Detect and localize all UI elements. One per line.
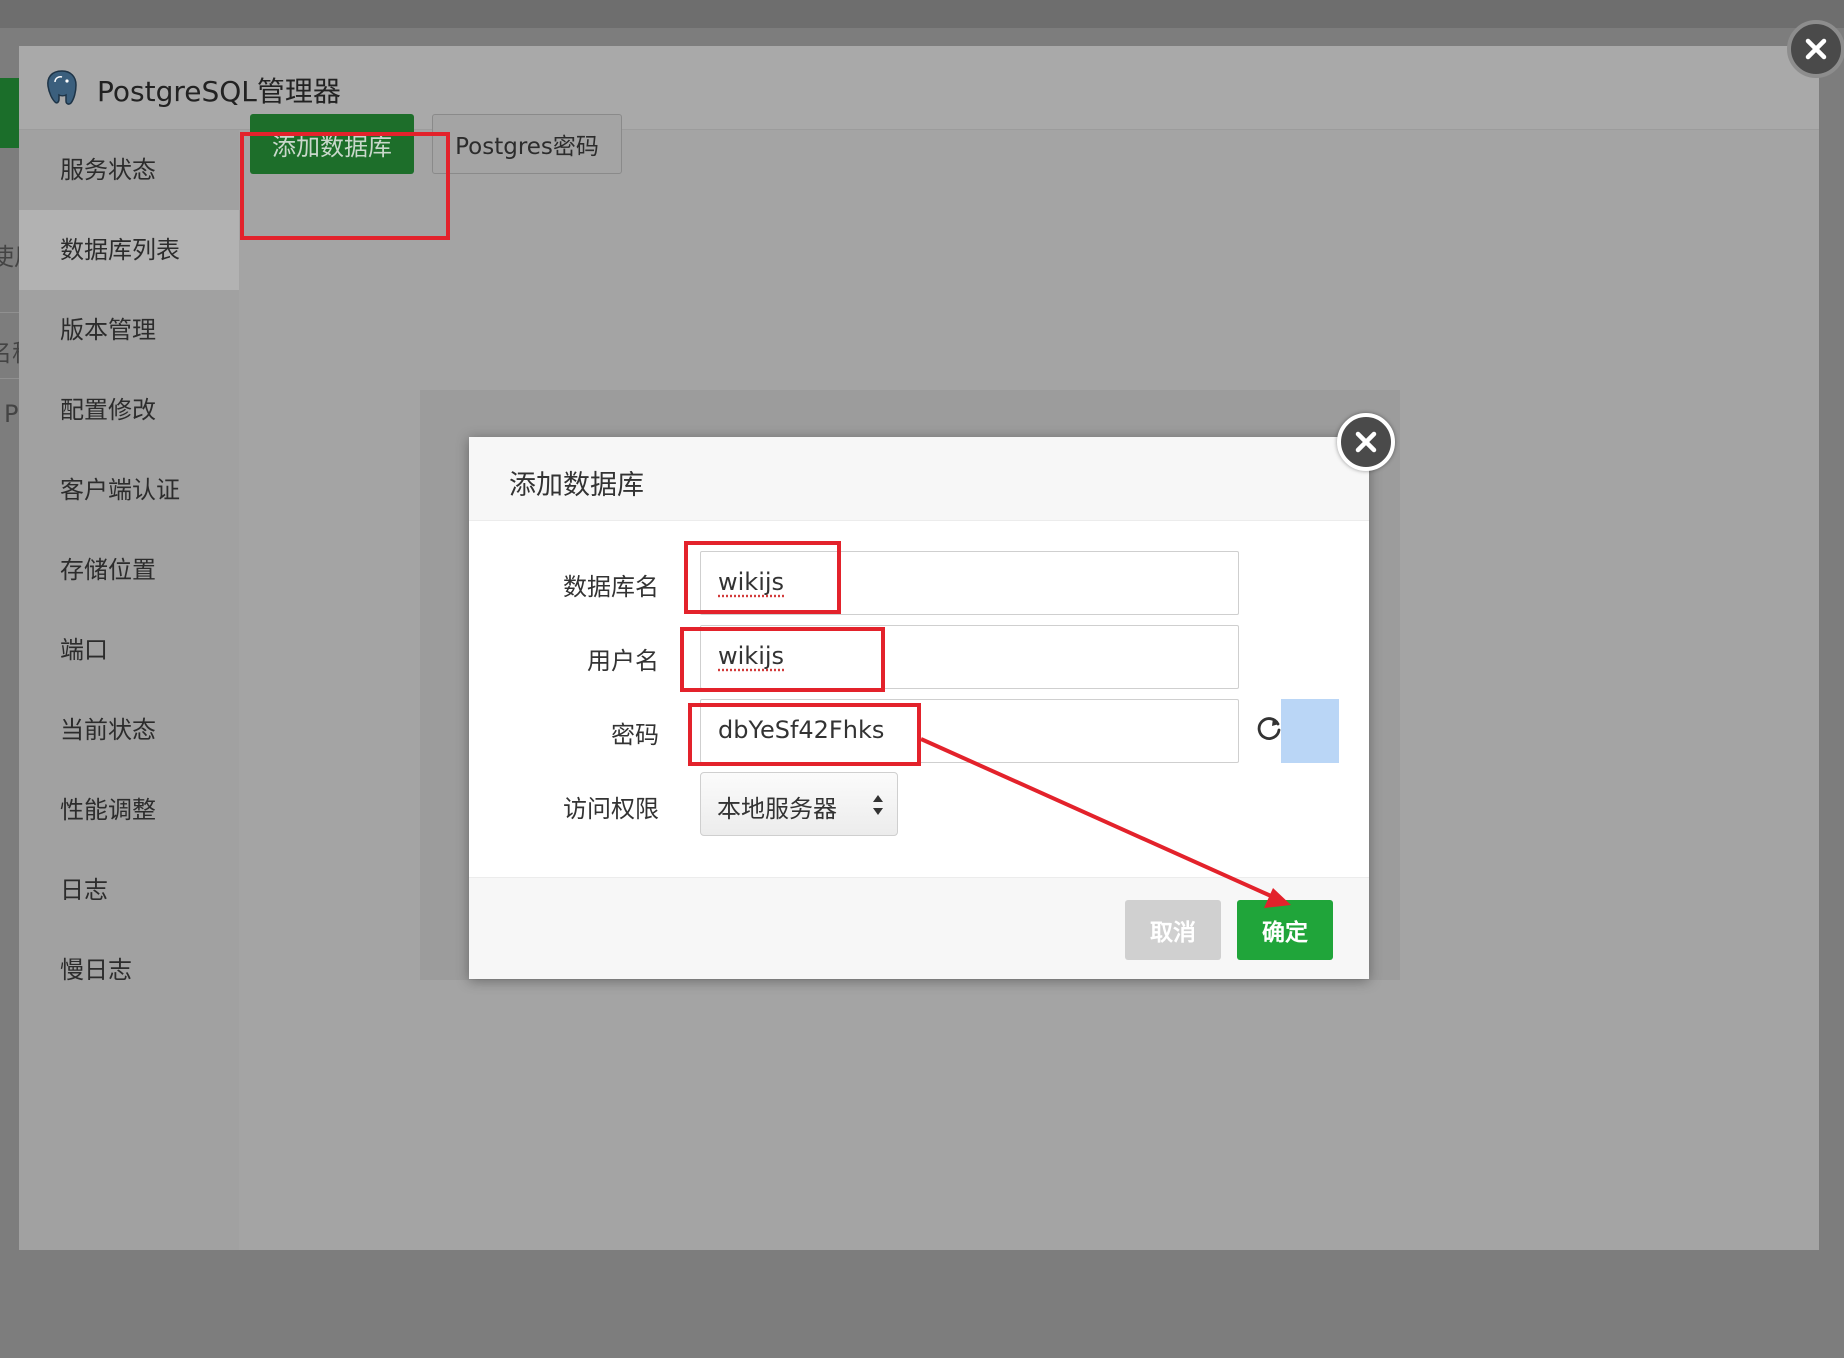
sidebar-item-storage-location[interactable]: 存储位置 xyxy=(19,530,239,610)
close-icon xyxy=(1791,24,1841,74)
username-label: 用户名 xyxy=(509,641,659,676)
select-arrows-icon xyxy=(871,791,885,819)
access-label: 访问权限 xyxy=(509,789,659,824)
close-icon xyxy=(1341,417,1391,467)
dialog-footer: 取消 确定 xyxy=(469,877,1369,979)
background-top-strip xyxy=(0,0,1844,28)
sidebar-item-client-auth[interactable]: 客户端认证 xyxy=(19,450,239,530)
db-name-label: 数据库名 xyxy=(509,567,659,602)
annotation-box-password xyxy=(688,703,921,766)
sidebar-item-port[interactable]: 端口 xyxy=(19,610,239,690)
sidebar-item-version-management[interactable]: 版本管理 xyxy=(19,290,239,370)
background-divider xyxy=(0,312,19,313)
postgresql-elephant-icon xyxy=(43,68,81,108)
background-divider xyxy=(0,378,19,379)
dialog-title: 添加数据库 xyxy=(509,463,644,502)
sidebar-item-slow-logs[interactable]: 慢日志 xyxy=(19,930,239,1010)
sidebar-item-performance-tuning[interactable]: 性能调整 xyxy=(19,770,239,850)
dialog-header: 添加数据库 xyxy=(469,437,1369,521)
window-close-button[interactable] xyxy=(1787,20,1844,78)
cancel-button[interactable]: 取消 xyxy=(1125,900,1221,960)
window-title: PostgreSQL管理器 xyxy=(97,70,341,110)
sidebar-item-config-edit[interactable]: 配置修改 xyxy=(19,370,239,450)
sidebar-item-logs[interactable]: 日志 xyxy=(19,850,239,930)
sidebar-item-current-status[interactable]: 当前状态 xyxy=(19,690,239,770)
postgres-password-button[interactable]: Postgres密码 xyxy=(432,114,622,174)
sidebar: 服务状态 数据库列表 版本管理 配置修改 客户端认证 存储位置 端口 当前状态 … xyxy=(19,130,239,1250)
annotation-box-add-database xyxy=(240,132,450,240)
background-green-tab xyxy=(0,78,20,148)
sidebar-item-database-list[interactable]: 数据库列表 xyxy=(19,210,239,290)
annotation-box-username xyxy=(680,627,885,692)
copy-password-highlight[interactable] xyxy=(1281,699,1339,763)
annotation-box-db-name xyxy=(684,541,841,614)
background-text-fragment: P xyxy=(4,400,18,428)
access-permission-select[interactable]: 本地服务器 xyxy=(700,772,898,836)
refresh-password-icon[interactable] xyxy=(1254,713,1284,743)
password-label: 密码 xyxy=(509,715,659,750)
access-permission-value: 本地服务器 xyxy=(717,789,837,824)
sidebar-item-service-status[interactable]: 服务状态 xyxy=(19,130,239,210)
dialog-close-button[interactable] xyxy=(1337,413,1395,471)
confirm-button[interactable]: 确定 xyxy=(1237,900,1333,960)
